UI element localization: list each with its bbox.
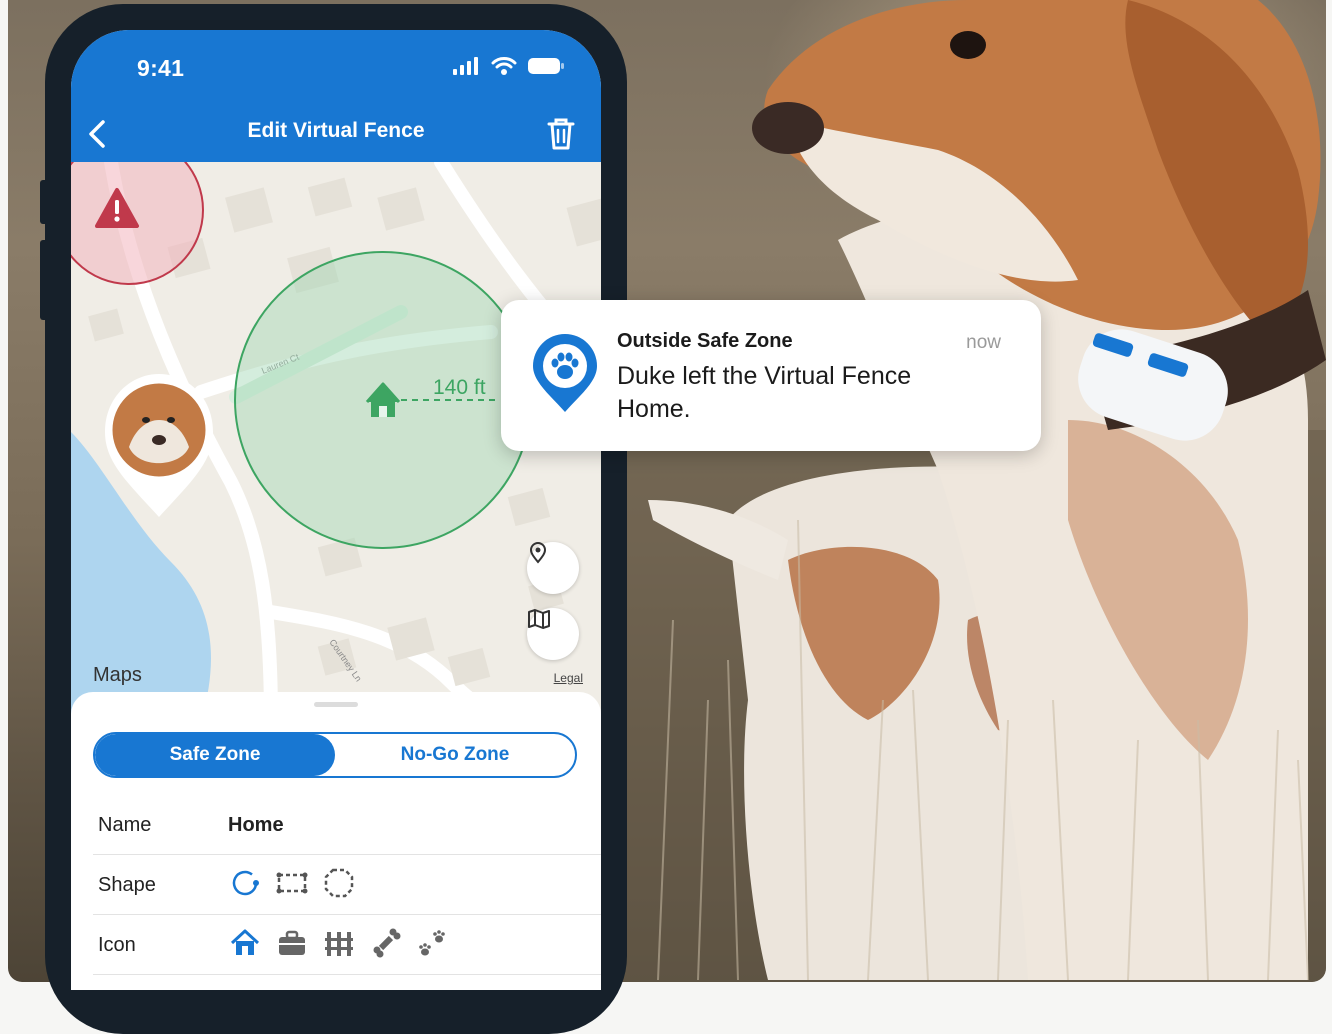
sheet-grabber[interactable]: [314, 702, 358, 707]
polygon-shape-icon[interactable]: [322, 866, 356, 900]
circle-shape-icon[interactable]: [228, 866, 262, 900]
phone-side-button: [40, 180, 48, 224]
legal-link[interactable]: Legal: [554, 671, 583, 685]
fence-icon[interactable]: [322, 926, 356, 960]
locate-button[interactable]: [527, 542, 579, 594]
icon-row: Icon: [93, 914, 601, 975]
safe-zone-tab[interactable]: Safe Zone: [95, 734, 335, 776]
notification-card[interactable]: Outside Safe Zone now Duke left the Virt…: [501, 300, 1041, 451]
shape-row: Shape: [93, 854, 601, 915]
fence-settings-sheet: Safe Zone No-Go Zone Name Home Shape Ico…: [71, 692, 601, 990]
location-pin-icon: [529, 542, 547, 564]
name-row[interactable]: Name Home: [93, 794, 601, 855]
paw-prints-icon[interactable]: [416, 926, 450, 960]
paw-location-pin-icon: [531, 334, 599, 419]
briefcase-icon[interactable]: [275, 926, 309, 960]
battery-icon: [528, 58, 564, 74]
rectangle-shape-icon[interactable]: [275, 866, 309, 900]
wifi-icon: [491, 57, 517, 75]
phone-volume-button: [40, 240, 48, 320]
distance-label: 140 ft: [433, 376, 486, 399]
icon-options: [228, 926, 450, 960]
no-go-zone-tab[interactable]: No-Go Zone: [335, 734, 575, 776]
maps-attribution: Maps: [93, 664, 142, 686]
dog-location-pin[interactable]: [105, 374, 213, 517]
map-type-button[interactable]: [527, 608, 579, 660]
map-icon: [528, 609, 550, 629]
status-time: 9:41: [137, 55, 185, 81]
icon-label: Icon: [98, 934, 136, 956]
bone-icon[interactable]: [369, 926, 403, 960]
name-value[interactable]: Home: [228, 814, 284, 837]
name-label: Name: [98, 814, 152, 836]
home-icon[interactable]: [228, 926, 262, 960]
shape-options: [228, 866, 356, 900]
app-bar: 9:41 Edit Virtual Fence: [71, 30, 601, 162]
page-title: Edit Virtual Fence: [247, 119, 425, 142]
trash-icon: [547, 118, 575, 150]
status-icons: [453, 56, 565, 76]
cellular-signal-icon: [453, 57, 478, 75]
app-screen: 9:41 Edit Virtual Fence Lauren Ct Courtn…: [71, 30, 601, 990]
zone-type-toggle: Safe Zone No-Go Zone: [93, 732, 577, 778]
notification-body: Duke left the Virtual Fence Home.: [617, 362, 912, 423]
notification-time: now: [966, 332, 1001, 353]
notification-title: Outside Safe Zone: [617, 330, 793, 352]
shape-label: Shape: [98, 874, 156, 896]
delete-fence-button[interactable]: [541, 114, 581, 154]
